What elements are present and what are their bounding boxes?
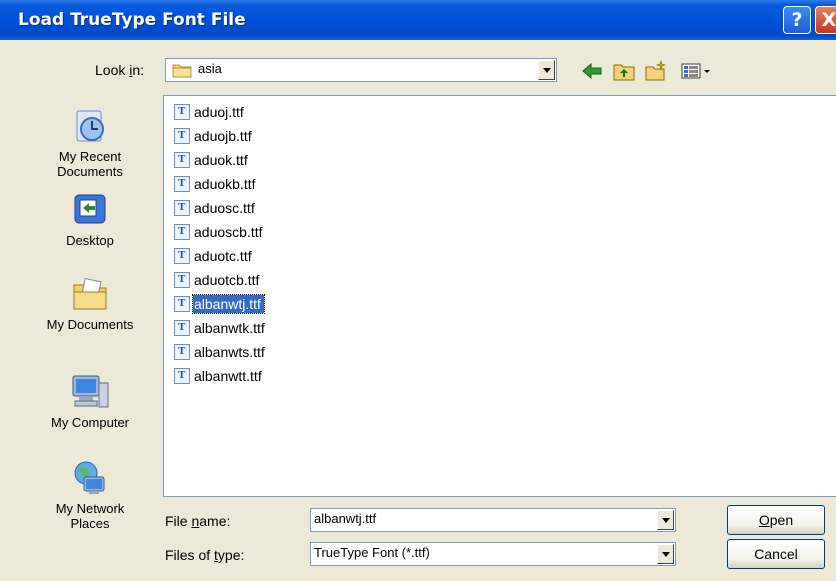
file-type-label: Files of type: xyxy=(165,547,245,563)
file-item[interactable]: aduoj.ttf xyxy=(174,102,247,122)
close-button[interactable]: X xyxy=(815,6,836,34)
file-item[interactable]: albanwts.ttf xyxy=(174,342,268,362)
file-type-dropdown[interactable]: TrueType Font (*.ttf) xyxy=(310,542,676,566)
file-list[interactable]: aduoj.ttf aduojb.ttf aduok.ttf aduokb.tt… xyxy=(163,95,836,497)
desktop-icon xyxy=(74,194,106,224)
chevron-down-icon[interactable] xyxy=(538,60,555,80)
view-menu-icon[interactable] xyxy=(680,60,712,82)
place-label-line1: My Recent xyxy=(58,149,122,164)
file-item[interactable]: aduoscb.ttf xyxy=(174,222,266,242)
place-label-line2: Documents xyxy=(57,164,123,179)
look-in-label: Look in: xyxy=(95,62,145,78)
my-documents-icon xyxy=(73,277,107,310)
create-new-folder-icon[interactable] xyxy=(644,60,668,82)
back-arrow-icon[interactable] xyxy=(580,60,604,82)
truetype-font-icon xyxy=(174,368,190,384)
file-item[interactable]: aduojb.ttf xyxy=(174,126,255,146)
dialog-title: Load TrueType Font File xyxy=(18,10,246,30)
file-type-value: TrueType Font (*.ttf) xyxy=(314,545,430,560)
place-my-recent-documents[interactable]: My Recent Documents xyxy=(25,107,155,179)
network-places-icon xyxy=(74,461,105,494)
cancel-button[interactable]: Cancel xyxy=(727,539,825,569)
truetype-font-icon xyxy=(174,200,190,216)
place-my-network-places[interactable]: My Network Places xyxy=(25,459,155,531)
file-item-selected[interactable]: albanwtj.ttf xyxy=(174,294,265,314)
file-name-label: File name: xyxy=(165,513,231,529)
truetype-font-icon xyxy=(174,176,190,192)
file-item[interactable]: aduok.ttf xyxy=(174,150,251,170)
place-my-documents[interactable]: My Documents xyxy=(25,275,155,332)
truetype-font-icon xyxy=(174,248,190,264)
file-item[interactable]: aduotcb.ttf xyxy=(174,270,262,290)
file-item[interactable]: aduosc.ttf xyxy=(174,198,258,218)
place-label-line1: Desktop xyxy=(66,233,114,248)
my-computer-icon xyxy=(72,375,109,408)
help-button[interactable]: ? xyxy=(783,6,811,34)
file-item[interactable]: albanwtk.ttf xyxy=(174,318,268,338)
truetype-font-icon xyxy=(174,152,190,168)
file-item[interactable]: aduotc.ttf xyxy=(174,246,255,266)
place-desktop[interactable]: Desktop xyxy=(25,191,155,248)
truetype-font-icon xyxy=(174,320,190,336)
chevron-down-icon[interactable] xyxy=(657,510,674,530)
truetype-font-icon xyxy=(174,128,190,144)
place-label-line1: My Computer xyxy=(50,415,130,430)
truetype-font-icon xyxy=(174,104,190,120)
place-label-line2: Places xyxy=(70,516,110,531)
title-bar[interactable]: Load TrueType Font File ? X xyxy=(0,0,836,40)
file-item[interactable]: aduokb.ttf xyxy=(174,174,259,194)
place-my-computer[interactable]: My Computer xyxy=(25,373,155,430)
truetype-font-icon xyxy=(174,224,190,240)
recent-documents-icon xyxy=(76,110,104,142)
file-item[interactable]: albanwtt.ttf xyxy=(174,366,265,386)
place-label-line1: My Network xyxy=(55,501,125,516)
truetype-font-icon xyxy=(174,272,190,288)
look-in-value: asia xyxy=(198,61,222,76)
file-name-field[interactable]: albanwtj.ttf xyxy=(310,508,676,532)
truetype-font-icon xyxy=(174,344,190,360)
truetype-font-icon xyxy=(174,296,190,312)
open-button[interactable]: Open xyxy=(727,505,825,535)
place-label-line1: My Documents xyxy=(46,317,134,332)
chevron-down-icon[interactable] xyxy=(657,544,674,564)
file-name-value: albanwtj.ttf xyxy=(314,511,377,526)
folder-icon xyxy=(172,64,192,78)
up-one-level-icon[interactable] xyxy=(612,60,636,82)
look-in-dropdown[interactable]: asia xyxy=(165,58,557,82)
